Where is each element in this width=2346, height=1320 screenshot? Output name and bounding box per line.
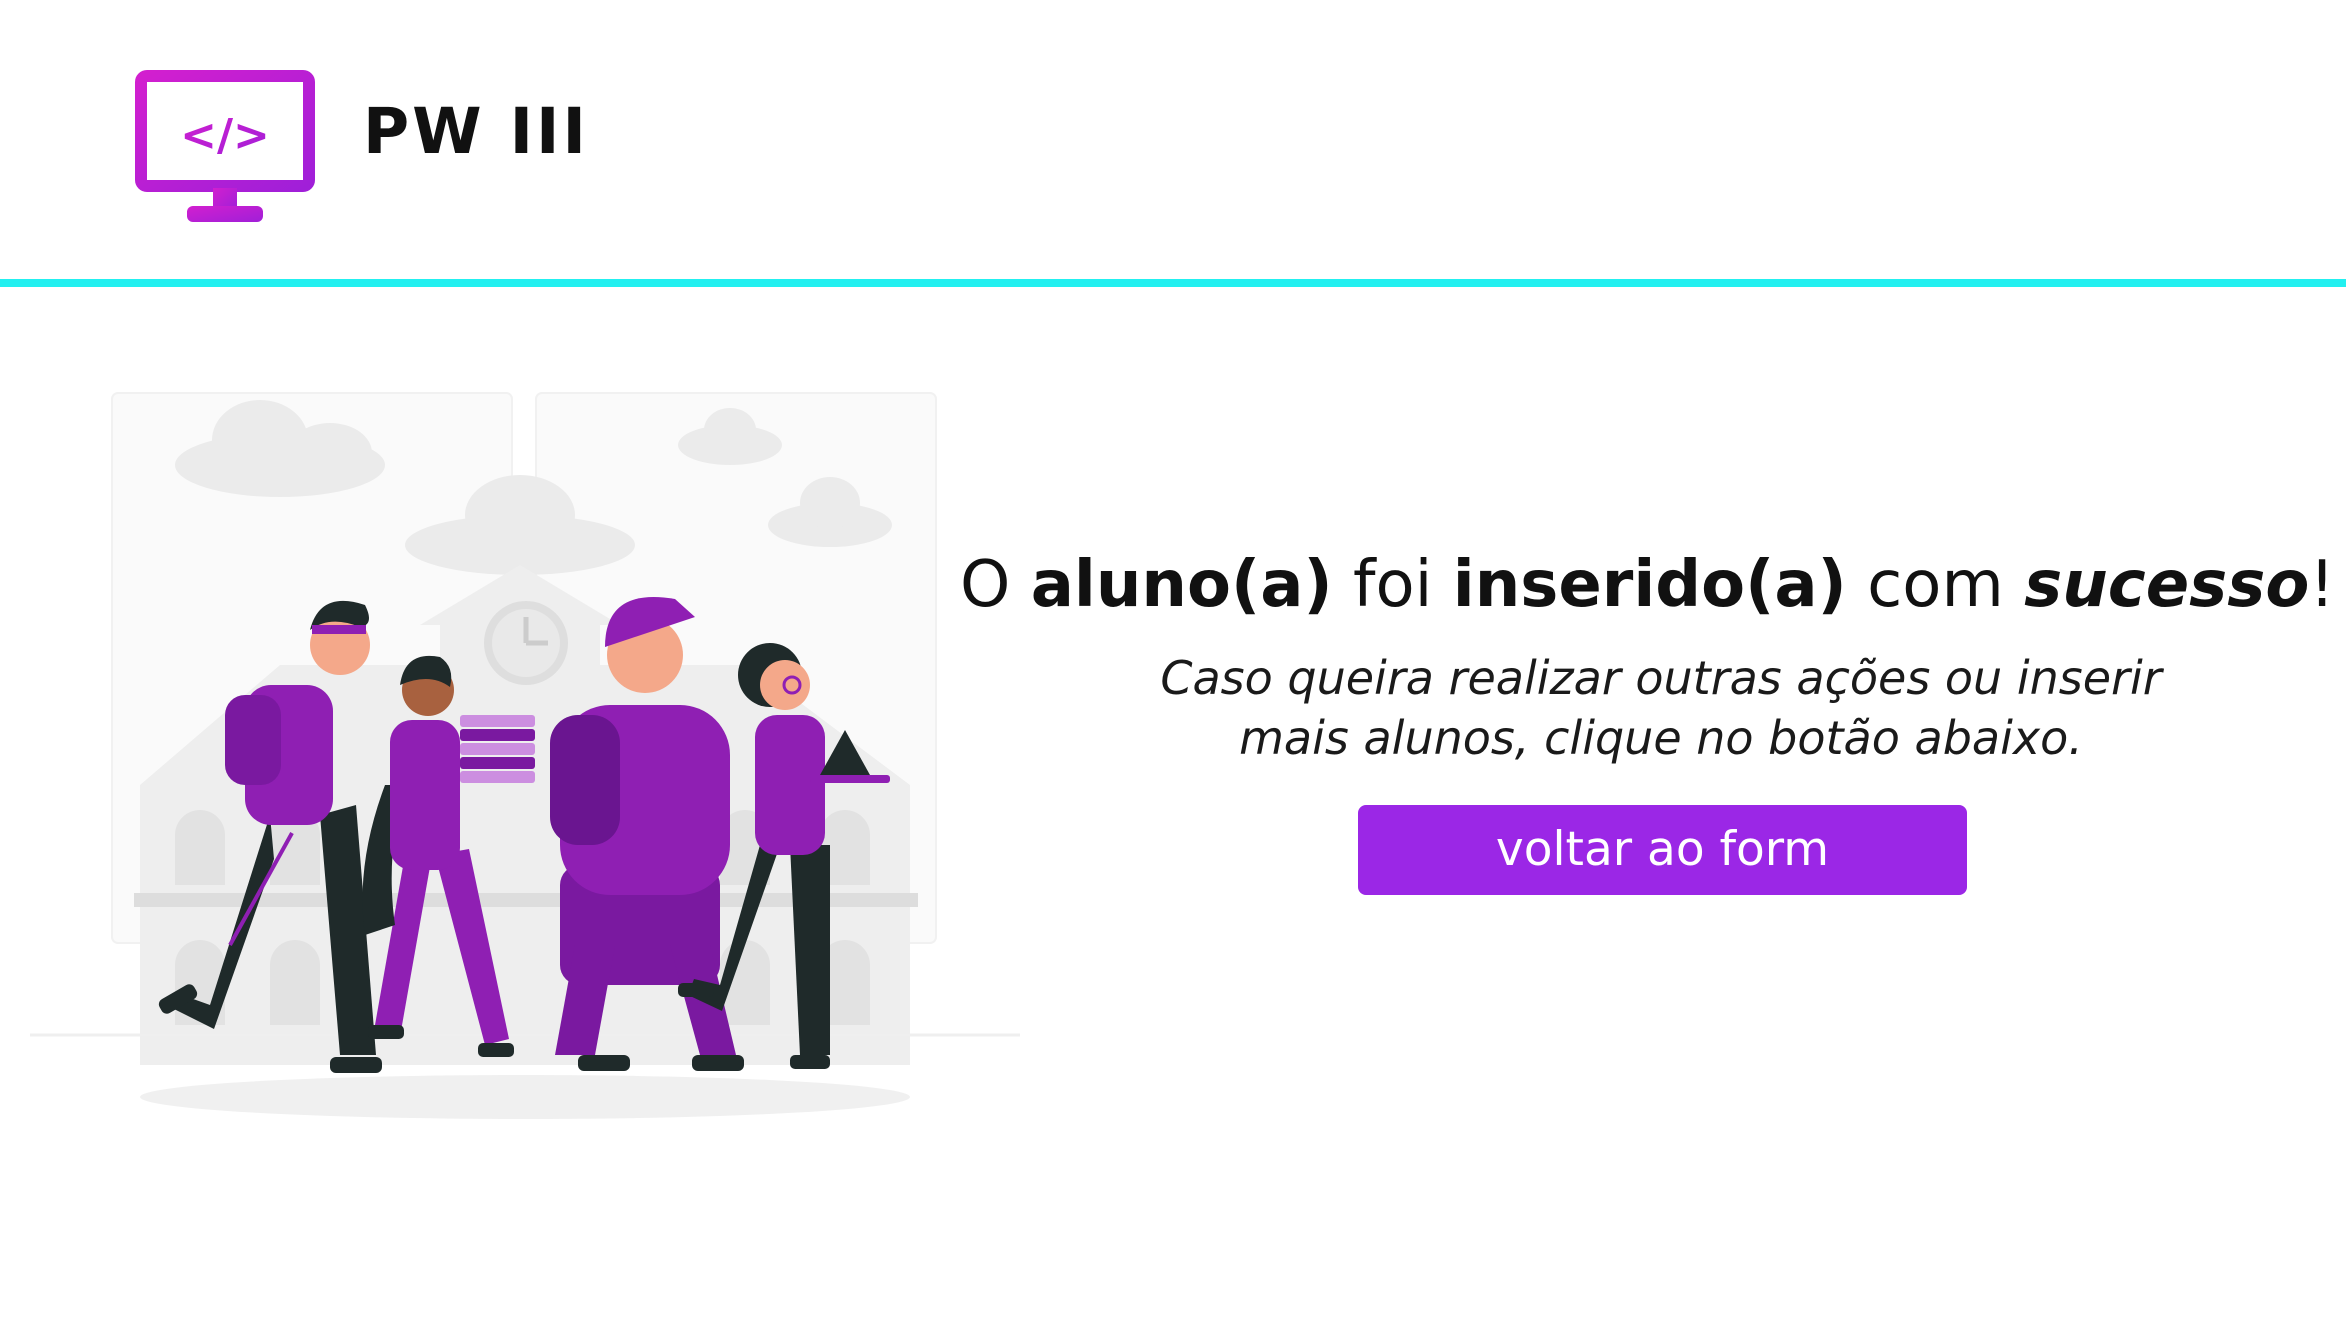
headline-part7: ! <box>2309 548 2335 622</box>
app-title: PW III <box>363 95 589 168</box>
instruction-line-2: mais alunos, clique no botão abaixo. <box>1239 711 2083 765</box>
headline-part2: aluno(a) <box>1030 548 1333 622</box>
headline-part6: sucesso <box>2024 548 2310 622</box>
students-walking-illustration <box>30 392 1020 1119</box>
instruction-text: Caso queira realizar outras ações ou ins… <box>1100 648 2222 768</box>
logo-glyph: </> <box>180 110 270 161</box>
headline-part4: inserido(a) <box>1452 548 1847 622</box>
header-divider <box>0 279 2346 287</box>
instruction-line-1: Caso queira realizar outras ações ou ins… <box>1160 651 2162 705</box>
headline-part5: com <box>1846 548 2025 622</box>
page-header: </> PW III <box>0 0 2346 279</box>
success-headline: O aluno(a) foi inserido(a) com sucesso! <box>960 545 2335 625</box>
headline-part3: foi <box>1332 548 1453 622</box>
back-to-form-button[interactable]: voltar ao form <box>1358 805 1967 895</box>
code-monitor-icon: </> <box>135 70 315 222</box>
headline-part1: O <box>960 548 1031 622</box>
